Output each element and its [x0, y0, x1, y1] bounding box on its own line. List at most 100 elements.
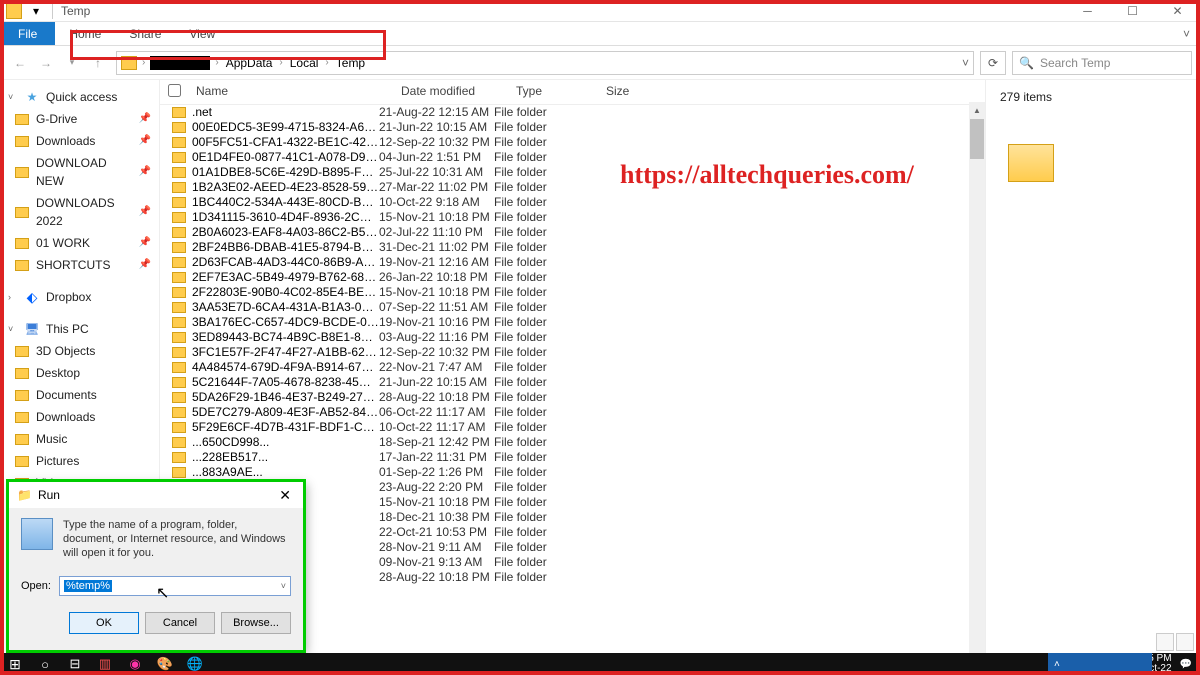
sidebar-this-pc[interactable]: ˅ 🖥 This PC: [0, 318, 159, 340]
breadcrumb-temp[interactable]: Temp: [334, 56, 367, 70]
sidebar-item[interactable]: Downloads: [0, 406, 159, 428]
ok-button[interactable]: OK: [69, 612, 139, 634]
sidebar-item[interactable]: Pictures: [0, 450, 159, 472]
table-row[interactable]: 3AA53E7D-6CA4-431A-B1A3-083858...07-Sep-…: [160, 300, 985, 315]
tray-up-icon[interactable]: ˄: [1054, 659, 1060, 670]
file-type: File folder: [494, 525, 584, 540]
back-button[interactable]: ←: [8, 51, 32, 75]
address-dropdown-icon[interactable]: ˅: [962, 56, 969, 70]
browse-button[interactable]: Browse...: [221, 612, 291, 634]
sidebar-item[interactable]: G-Drive📌: [0, 108, 159, 130]
table-row[interactable]: 5DE7C279-A809-4E3F-AB52-846EB84...06-Oct…: [160, 405, 985, 420]
table-row[interactable]: ...228EB517...17-Jan-22 11:31 PMFile fol…: [160, 450, 985, 465]
table-row[interactable]: ...883A9AE...01-Sep-22 1:26 PMFile folde…: [160, 465, 985, 480]
file-type: File folder: [494, 435, 584, 450]
chevron-right-icon[interactable]: ›: [8, 288, 18, 306]
file-date: 18-Sep-21 12:42 PM: [379, 435, 494, 450]
table-row[interactable]: 5C21644F-7A05-4678-8238-45CEE249...21-Ju…: [160, 375, 985, 390]
ribbon-expand-icon[interactable]: ˅: [1173, 22, 1200, 45]
chevron-right-icon[interactable]: ›: [322, 57, 331, 68]
up-button[interactable]: ↑: [86, 51, 110, 75]
thumbnails-view-icon[interactable]: [1176, 633, 1194, 651]
task-view-icon[interactable]: ⊟: [60, 653, 90, 675]
taskbar-app[interactable]: 🎨: [150, 653, 180, 675]
table-row[interactable]: 00F5FC51-CFA1-4322-BE1C-42F33C2B...12-Se…: [160, 135, 985, 150]
table-row[interactable]: 2B0A6023-EAF8-4A03-86C2-B525B4B...02-Jul…: [160, 225, 985, 240]
table-row[interactable]: 1D341115-3610-4D4F-8936-2CA684C...15-Nov…: [160, 210, 985, 225]
chevron-down-icon[interactable]: ˅: [8, 320, 18, 338]
recent-locations-icon[interactable]: ▾: [60, 51, 84, 75]
scroll-thumb[interactable]: [970, 119, 984, 159]
sidebar-item[interactable]: Desktop: [0, 362, 159, 384]
table-row[interactable]: 1BC440C2-534A-443E-80CD-BAA940E...10-Oct…: [160, 195, 985, 210]
scrollbar[interactable]: ▲: [969, 102, 985, 656]
dropdown-icon[interactable]: ˅: [281, 581, 286, 591]
sidebar-item[interactable]: DOWNLOADS 2022📌: [0, 192, 159, 232]
refresh-button[interactable]: ⟳: [980, 51, 1006, 75]
table-row[interactable]: 3ED89443-BC74-4B9C-B8E1-8BA3F56...03-Aug…: [160, 330, 985, 345]
details-view-icon[interactable]: [1156, 633, 1174, 651]
address-bar[interactable]: › › AppData › Local › Temp ˅: [116, 51, 974, 75]
column-name[interactable]: Name: [188, 84, 393, 100]
file-date: 21-Jun-22 10:15 AM: [379, 120, 494, 135]
sidebar-item[interactable]: Downloads📌: [0, 130, 159, 152]
search-icon[interactable]: ○: [30, 653, 60, 675]
table-row[interactable]: 2BF24BB6-DBAB-41E5-8794-B411F8C...31-Dec…: [160, 240, 985, 255]
chevron-right-icon[interactable]: ›: [139, 57, 148, 68]
table-row[interactable]: 2D63FCAB-4AD3-44C0-86B9-A72E2B...19-Nov-…: [160, 255, 985, 270]
file-name: 3ED89443-BC74-4B9C-B8E1-8BA3F56...: [192, 330, 379, 345]
forward-button[interactable]: →: [34, 51, 58, 75]
notifications-icon[interactable]: 💬: [1180, 659, 1192, 670]
tab-view[interactable]: View: [175, 22, 229, 45]
file-date: 12-Sep-22 10:32 PM: [379, 135, 494, 150]
sidebar-item[interactable]: 3D Objects: [0, 340, 159, 362]
maximize-button[interactable]: ☐: [1110, 0, 1155, 22]
table-row[interactable]: .net21-Aug-22 12:15 AMFile folder: [160, 105, 985, 120]
minimize-button[interactable]: ─: [1065, 0, 1110, 22]
start-button[interactable]: ⊞: [0, 653, 30, 675]
sidebar-quick-access[interactable]: ˅ ★ Quick access: [0, 86, 159, 108]
file-type: File folder: [494, 405, 584, 420]
table-row[interactable]: 5DA26F29-1B46-4E37-B249-27FF449B...28-Au…: [160, 390, 985, 405]
table-row[interactable]: 2EF7E3AC-5B49-4979-B762-68BDF6C...26-Jan…: [160, 270, 985, 285]
tab-share[interactable]: Share: [115, 22, 175, 45]
scroll-up-icon[interactable]: ▲: [969, 102, 985, 118]
column-date[interactable]: Date modified: [393, 84, 508, 100]
table-row[interactable]: ...650CD998...18-Sep-21 12:42 PMFile fol…: [160, 435, 985, 450]
folder-icon: [172, 302, 186, 313]
sidebar-item[interactable]: 01 WORK📌: [0, 232, 159, 254]
table-row[interactable]: 2F22803E-90B0-4C02-85E4-BE994B37...15-No…: [160, 285, 985, 300]
taskbar-app[interactable]: ◉: [120, 653, 150, 675]
sidebar-item[interactable]: DOWNLOAD NEW📌: [0, 152, 159, 192]
close-button[interactable]: ✕: [275, 487, 295, 504]
file-date: 28-Aug-22 10:18 PM: [379, 570, 494, 585]
table-row[interactable]: 3FC1E57F-2F47-4F27-A1BB-6283CBF5...12-Se…: [160, 345, 985, 360]
table-row[interactable]: 3BA176EC-C657-4DC9-BCDE-0F756CF...19-Nov…: [160, 315, 985, 330]
select-all-checkbox[interactable]: [168, 84, 181, 97]
sidebar-item[interactable]: Documents: [0, 384, 159, 406]
chevron-right-icon[interactable]: ›: [212, 57, 221, 68]
tab-home[interactable]: Home: [55, 22, 115, 45]
taskbar-app[interactable]: 🌐: [180, 653, 210, 675]
file-name: 00F5FC51-CFA1-4322-BE1C-42F33C2B...: [192, 135, 379, 150]
table-row[interactable]: 5F29E6CF-4D7B-431F-BDF1-C80DF71...10-Oct…: [160, 420, 985, 435]
close-button[interactable]: ✕: [1155, 0, 1200, 22]
taskbar-app[interactable]: ▥: [90, 653, 120, 675]
chevron-down-icon[interactable]: ˅: [8, 88, 18, 106]
sidebar-item[interactable]: SHORTCUTS📌: [0, 254, 159, 276]
breadcrumb-appdata[interactable]: AppData: [224, 56, 275, 70]
qat-dropdown-icon[interactable]: ▾: [28, 3, 44, 19]
breadcrumb-local[interactable]: Local: [288, 56, 321, 70]
chevron-right-icon[interactable]: ›: [276, 57, 285, 68]
sidebar-item[interactable]: Music: [0, 428, 159, 450]
table-row[interactable]: 4A484574-679D-4F9A-B914-67BEE42...22-Nov…: [160, 360, 985, 375]
folder-icon: [172, 287, 186, 298]
open-input[interactable]: %temp% ˅: [59, 576, 291, 596]
tab-file[interactable]: File: [0, 22, 55, 45]
column-size[interactable]: Size: [598, 84, 658, 100]
search-input[interactable]: 🔍 Search Temp: [1012, 51, 1192, 75]
cancel-button[interactable]: Cancel: [145, 612, 215, 634]
sidebar-dropbox[interactable]: › ⬖ Dropbox: [0, 286, 159, 308]
column-type[interactable]: Type: [508, 84, 598, 100]
table-row[interactable]: 00E0EDC5-3E99-4715-8324-A6B6247...21-Jun…: [160, 120, 985, 135]
